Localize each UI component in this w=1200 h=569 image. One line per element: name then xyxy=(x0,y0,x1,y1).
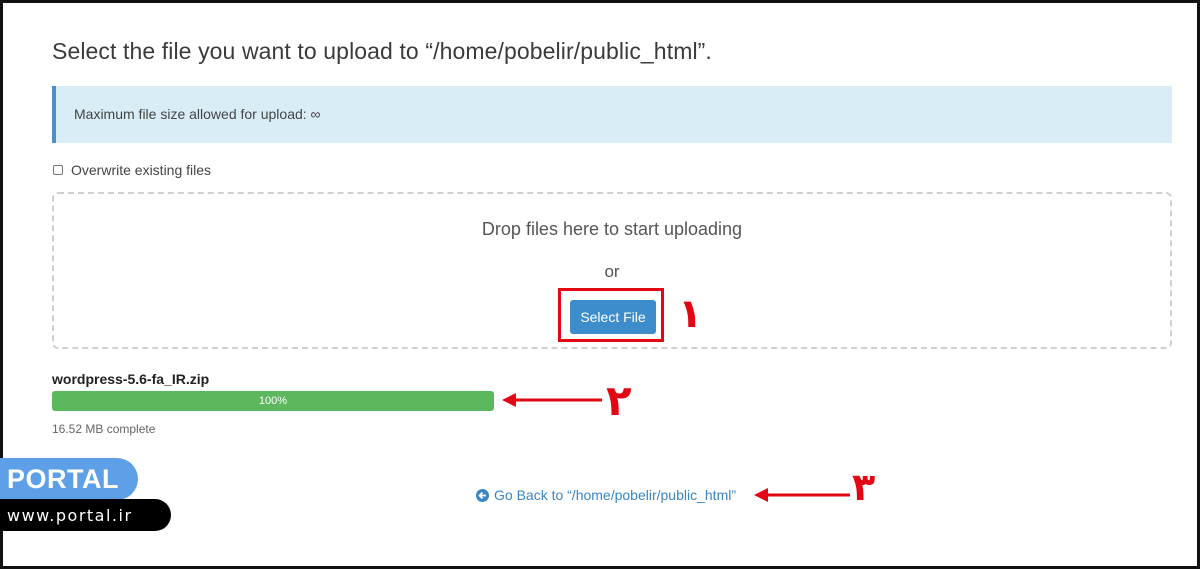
overwrite-label: Overwrite existing files xyxy=(71,162,212,178)
annotation-highlight-box xyxy=(558,288,664,342)
uploaded-file-name: wordpress-5.6-fa_IR.zip xyxy=(52,371,210,387)
annotation-step-3: ۳ xyxy=(852,465,876,509)
upload-limit-alert: Maximum file size allowed for upload: ∞ xyxy=(52,86,1172,143)
dropzone-or-text: or xyxy=(604,262,620,281)
go-back-link[interactable]: Go Back to “/home/pobelir/public_html” xyxy=(476,487,736,503)
go-back-label: Go Back to “/home/pobelir/public_html” xyxy=(494,487,736,503)
upload-progress-label: 100% xyxy=(258,395,288,407)
annotation-step-2: ۲ xyxy=(606,376,632,425)
upload-progress-bar: 100% xyxy=(52,391,494,411)
upload-status-text: 16.52 MB complete xyxy=(52,422,156,436)
overwrite-checkbox[interactable] xyxy=(53,165,63,175)
portal-url-badge: www.portal.ir xyxy=(0,499,171,531)
dropzone-text: Drop files here to start uploading xyxy=(481,219,743,239)
portal-logo-badge: PORTAL xyxy=(0,458,138,500)
upload-limit-text: Maximum file size allowed for upload: ∞ xyxy=(74,106,321,122)
annotation-arrow-3 xyxy=(754,488,850,502)
portal-logo-text: PORTAL xyxy=(7,464,119,494)
annotation-step-1: ۱ xyxy=(678,291,703,337)
overwrite-option[interactable]: Overwrite existing files xyxy=(52,162,211,178)
annotation-arrow-2 xyxy=(502,393,602,407)
page-title: Select the file you want to upload to “/… xyxy=(52,38,712,64)
portal-url-text: www.portal.ir xyxy=(7,506,133,525)
circle-arrow-left-icon xyxy=(476,488,489,502)
